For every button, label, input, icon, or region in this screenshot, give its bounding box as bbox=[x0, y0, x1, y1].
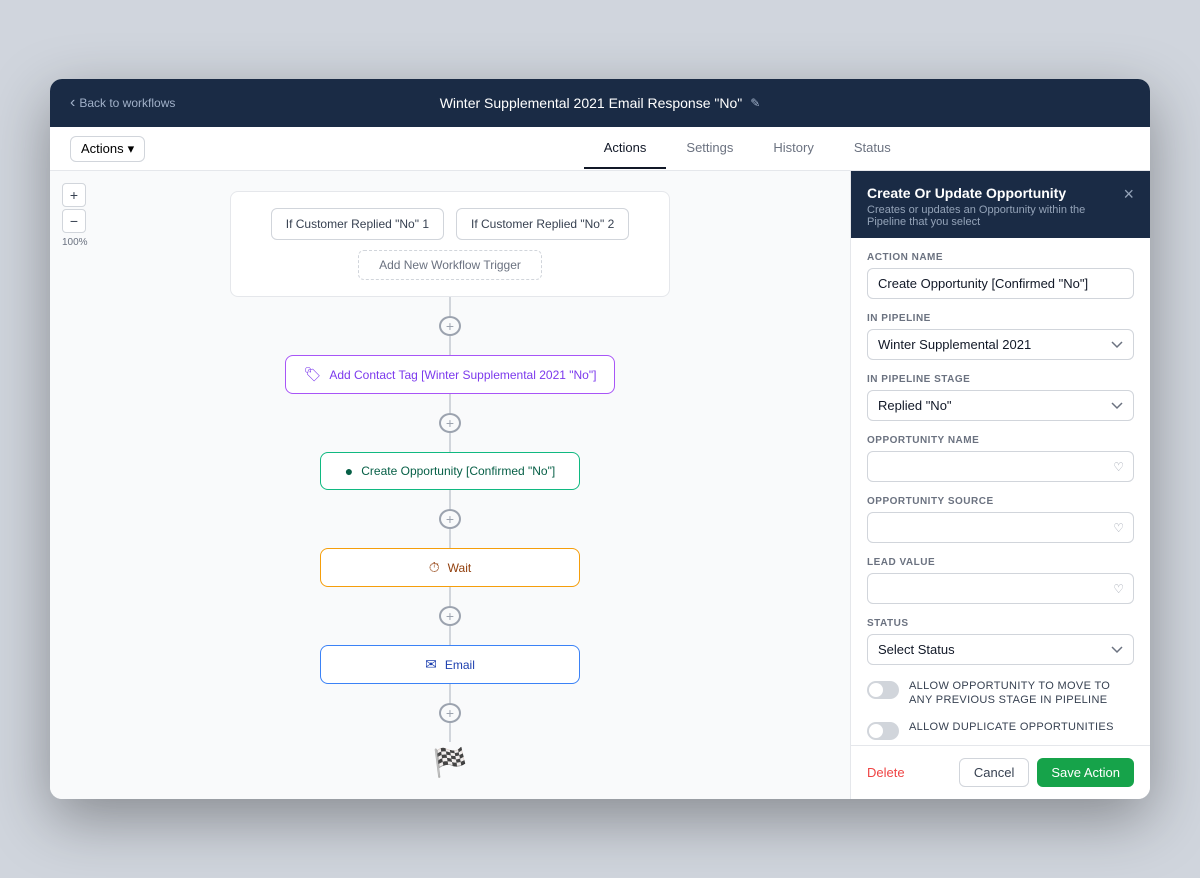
lead-value-input-wrapper: ♡ bbox=[867, 573, 1134, 604]
connector-7 bbox=[449, 587, 451, 606]
pipeline-stage-select[interactable]: Replied "No" bbox=[867, 390, 1134, 421]
connector-6 bbox=[449, 529, 451, 548]
trigger-btn-2[interactable]: If Customer Replied "No" 2 bbox=[456, 208, 629, 240]
action-name-label: ACTION NAME bbox=[867, 252, 1134, 263]
right-panel: Create Or Update Opportunity Creates or … bbox=[850, 171, 1150, 799]
add-trigger-button[interactable]: Add New Workflow Trigger bbox=[358, 250, 542, 280]
connector-2 bbox=[449, 336, 451, 355]
tab-history[interactable]: History bbox=[753, 128, 833, 169]
email-icon: ✉ bbox=[425, 656, 437, 673]
panel-body: ACTION NAME IN PIPELINE Winter Supplemen… bbox=[851, 238, 1150, 745]
zoom-in-button[interactable]: + bbox=[62, 183, 86, 207]
workflow-flow: If Customer Replied "No" 1 If Customer R… bbox=[50, 171, 850, 799]
opportunity-source-input-wrapper: ♡ bbox=[867, 512, 1134, 543]
zoom-level: 100% bbox=[62, 237, 88, 248]
workflow-title: Winter Supplemental 2021 Email Response … bbox=[440, 95, 761, 111]
tabs-bar: Actions ▾ Actions Settings History Statu… bbox=[50, 127, 1150, 171]
actions-dropdown[interactable]: Actions ▾ bbox=[70, 136, 145, 162]
plus-circle-1[interactable]: + bbox=[439, 316, 461, 336]
status-field: STATUS Select Status bbox=[867, 618, 1134, 665]
wait-icon: ⏱ bbox=[429, 559, 440, 576]
toggle-row-2: ALLOW DUPLICATE OPPORTUNITIES bbox=[867, 720, 1134, 740]
panel-footer: Delete Cancel Save Action bbox=[851, 745, 1150, 799]
panel-header-text: Create Or Update Opportunity Creates or … bbox=[867, 185, 1123, 228]
toggle-duplicate[interactable] bbox=[867, 722, 899, 740]
opportunity-name-input[interactable] bbox=[867, 451, 1134, 482]
toggle-previous-stage[interactable] bbox=[867, 681, 899, 699]
plus-circle-5[interactable]: + bbox=[439, 703, 461, 723]
connector-8 bbox=[449, 626, 451, 645]
connector-3 bbox=[449, 394, 451, 413]
panel-subtitle: Creates or updates an Opportunity within… bbox=[867, 204, 1123, 228]
back-link[interactable]: Back to workflows bbox=[70, 94, 175, 112]
top-bar: Back to workflows Winter Supplemental 20… bbox=[50, 79, 1150, 127]
status-select[interactable]: Select Status bbox=[867, 634, 1134, 665]
opportunity-source-label: OPPORTUNITY SOURCE bbox=[867, 496, 1134, 507]
tab-settings[interactable]: Settings bbox=[666, 128, 753, 169]
tab-actions[interactable]: Actions bbox=[584, 128, 667, 169]
plus-circle-3[interactable]: + bbox=[439, 509, 461, 529]
zoom-out-button[interactable]: − bbox=[62, 209, 86, 233]
in-pipeline-field: IN PIPELINE Winter Supplemental 2021 bbox=[867, 313, 1134, 360]
pipeline-stage-label: IN PIPELINE STAGE bbox=[867, 374, 1134, 385]
pipeline-stage-field: IN PIPELINE STAGE Replied "No" bbox=[867, 374, 1134, 421]
connector-4 bbox=[449, 433, 451, 452]
panel-header: Create Or Update Opportunity Creates or … bbox=[851, 171, 1150, 238]
opportunity-name-label: OPPORTUNITY NAME bbox=[867, 435, 1134, 446]
plus-circle-2[interactable]: + bbox=[439, 413, 461, 433]
opportunity-name-input-wrapper: ♡ bbox=[867, 451, 1134, 482]
connector-1 bbox=[449, 297, 451, 316]
opportunity-source-input[interactable] bbox=[867, 512, 1134, 543]
lead-value-input[interactable] bbox=[867, 573, 1134, 604]
workflow-title-text: Winter Supplemental 2021 Email Response … bbox=[440, 95, 743, 111]
trigger-btn-1[interactable]: If Customer Replied "No" 1 bbox=[271, 208, 444, 240]
cancel-button[interactable]: Cancel bbox=[959, 758, 1029, 787]
status-label: STATUS bbox=[867, 618, 1134, 629]
trigger-area: If Customer Replied "No" 1 If Customer R… bbox=[230, 191, 670, 297]
action-name-input[interactable] bbox=[867, 268, 1134, 299]
lead-value-field: LEAD VALUE ♡ bbox=[867, 557, 1134, 604]
email-action-node[interactable]: ✉ Email bbox=[320, 645, 580, 684]
opportunity-name-icon: ♡ bbox=[1113, 460, 1124, 474]
in-pipeline-select[interactable]: Winter Supplemental 2021 bbox=[867, 329, 1134, 360]
toggle-duplicate-label: ALLOW DUPLICATE OPPORTUNITIES bbox=[909, 720, 1114, 734]
finish-flag: 🏁 bbox=[433, 746, 468, 779]
tag-icon: 🏷 bbox=[304, 366, 322, 383]
wait-action-node[interactable]: ⏱ Wait bbox=[320, 548, 580, 587]
tab-status[interactable]: Status bbox=[834, 128, 911, 169]
lead-value-label: LEAD VALUE bbox=[867, 557, 1134, 568]
delete-button[interactable]: Delete bbox=[867, 765, 905, 780]
save-button[interactable]: Save Action bbox=[1037, 758, 1134, 787]
connector-9 bbox=[449, 684, 451, 703]
lead-value-icon: ♡ bbox=[1113, 582, 1124, 596]
workflow-canvas: + − 100% If Customer Replied "No" 1 If C… bbox=[50, 171, 850, 799]
plus-circle-4[interactable]: + bbox=[439, 606, 461, 626]
panel-title: Create Or Update Opportunity bbox=[867, 185, 1123, 201]
opportunity-source-field: OPPORTUNITY SOURCE ♡ bbox=[867, 496, 1134, 543]
opportunity-icon: ● bbox=[345, 463, 353, 479]
toggle-previous-stage-label: ALLOW OPPORTUNITY TO MOVE TO ANY PREVIOU… bbox=[909, 679, 1134, 708]
trigger-buttons-row: If Customer Replied "No" 1 If Customer R… bbox=[271, 208, 630, 240]
action-name-field: ACTION NAME bbox=[867, 252, 1134, 299]
main-content: + − 100% If Customer Replied "No" 1 If C… bbox=[50, 171, 1150, 799]
toggle-row-1: ALLOW OPPORTUNITY TO MOVE TO ANY PREVIOU… bbox=[867, 679, 1134, 708]
tag-action-node[interactable]: 🏷 Add Contact Tag [Winter Supplemental 2… bbox=[285, 355, 616, 394]
edit-icon[interactable]: ✎ bbox=[750, 96, 760, 110]
footer-right: Cancel Save Action bbox=[959, 758, 1134, 787]
opportunity-action-node[interactable]: ● Create Opportunity [Confirmed "No"] bbox=[320, 452, 580, 490]
tabs-center: Actions Settings History Status bbox=[584, 128, 911, 169]
close-button[interactable]: × bbox=[1123, 185, 1134, 203]
opportunity-source-icon: ♡ bbox=[1113, 521, 1124, 535]
connector-10 bbox=[449, 723, 451, 742]
connector-5 bbox=[449, 490, 451, 509]
zoom-controls: + − 100% bbox=[62, 183, 88, 248]
opportunity-name-field: OPPORTUNITY NAME ♡ bbox=[867, 435, 1134, 482]
in-pipeline-label: IN PIPELINE bbox=[867, 313, 1134, 324]
